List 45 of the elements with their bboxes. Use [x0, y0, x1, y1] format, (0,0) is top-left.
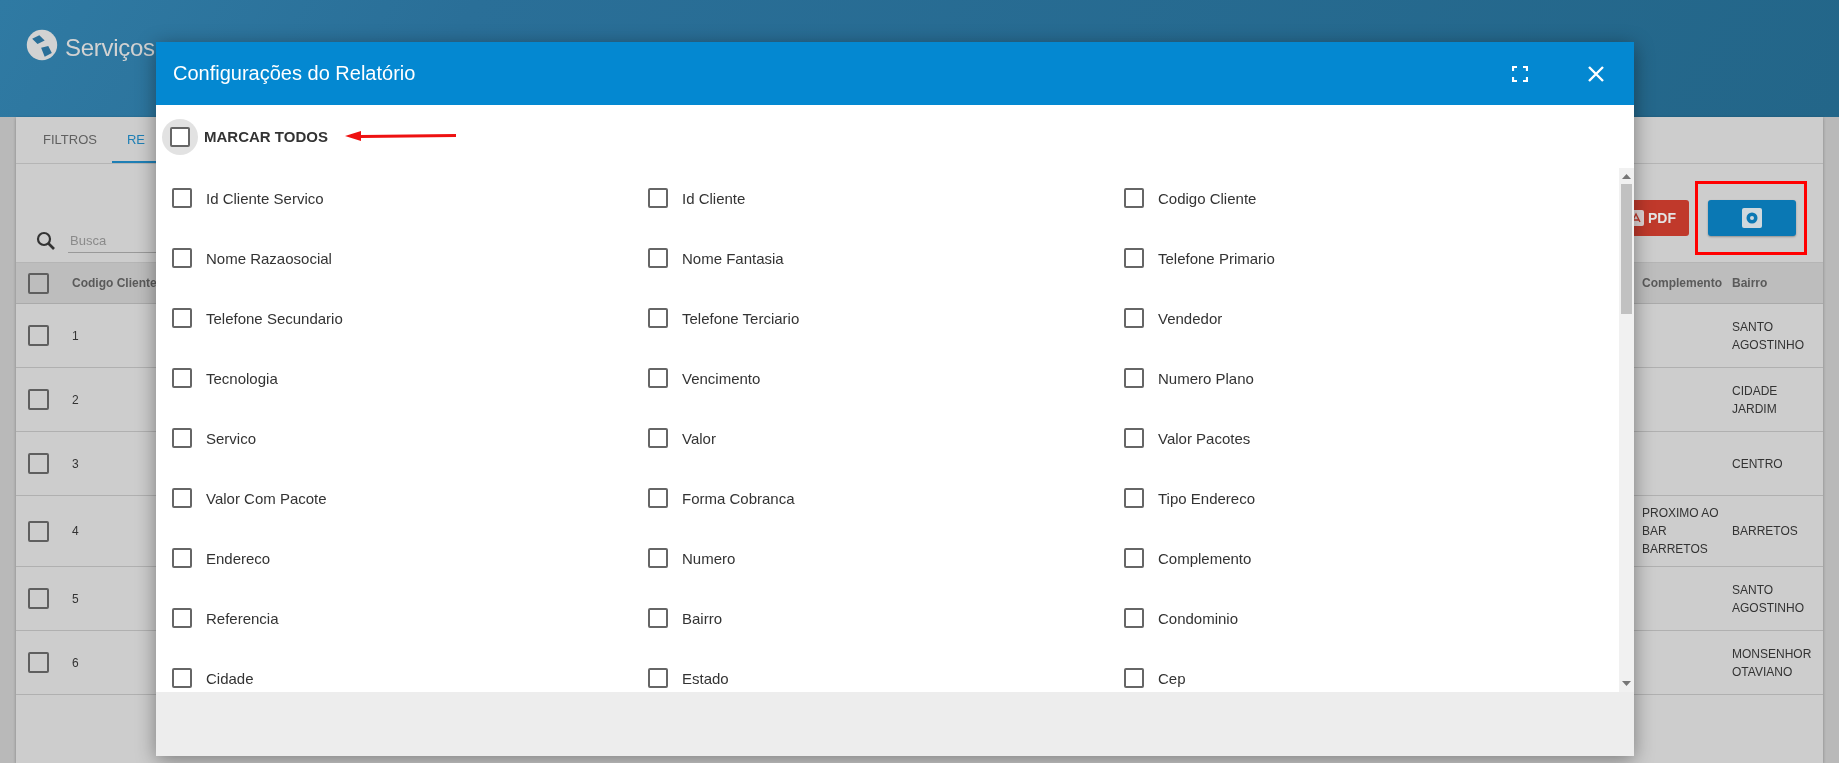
table-cell-text: 4 [72, 523, 79, 540]
field-label: Bairro [682, 609, 722, 627]
field-label: Vencimento [682, 369, 761, 387]
table-cell-text: CENTRO [1732, 455, 1783, 473]
field-label: Tecnologia [206, 369, 278, 387]
field-label: Telefone Terciario [682, 309, 800, 327]
tab[interactable]: FILTROS [28, 117, 112, 163]
field-label: Complemento [1158, 549, 1252, 567]
table-cell-text: SANTO AGOSTINHO [1732, 318, 1805, 354]
field-label: Servico [206, 429, 257, 447]
field-label: Numero [682, 549, 736, 567]
field-label: Forma Cobranca [682, 489, 795, 507]
field-label: Valor [682, 429, 716, 447]
page-title: Serviços [65, 33, 155, 63]
field-label: Endereco [206, 549, 271, 567]
field-label: Referencia [206, 609, 279, 627]
table-cell-text: 5 [72, 590, 79, 608]
field-label: Codigo Cliente [1158, 189, 1257, 207]
table-cell-text: PROXIMO AO BAR BARRETOS [1642, 505, 1720, 558]
column-header: Complemento [1638, 263, 1728, 304]
field-label: Valor Com Pacote [206, 489, 327, 507]
column-header: Bairro [1728, 263, 1823, 304]
table-cell-text: 1 [72, 327, 79, 345]
field-label: Vendedor [1158, 309, 1223, 327]
table-cell-text: BARRETOS [1732, 523, 1798, 540]
field-label: Telefone Primario [1158, 249, 1275, 267]
field-label: Telefone Secundario [206, 309, 343, 327]
field-label: Numero Plano [1158, 369, 1254, 387]
table-cell-text: 2 [72, 391, 79, 409]
field-label: Cidade [206, 669, 254, 687]
dialog-title: Configurações do Relatório [173, 62, 417, 85]
field-label: Condominio [1158, 609, 1239, 627]
select-all-label: MARCAR TODOS [204, 128, 328, 145]
table-cell-text: SANTO AGOSTINHO [1732, 581, 1805, 617]
table-cell-text: CIDADE JARDIM [1732, 382, 1779, 418]
field-label: Tipo Endereco [1158, 489, 1255, 507]
table-cell-text: MONSENHOR OTAVIANO [1732, 645, 1813, 681]
field-label: Valor Pacotes [1158, 429, 1251, 447]
table-cell-text: 3 [72, 455, 79, 473]
field-label: Id Cliente Servico [206, 189, 324, 207]
field-label: Cep [1158, 669, 1186, 687]
field-label: Id Cliente [682, 189, 746, 207]
field-label: Nome Fantasia [682, 249, 784, 267]
table-cell-text: 6 [72, 654, 79, 672]
field-label: Estado [682, 669, 729, 687]
